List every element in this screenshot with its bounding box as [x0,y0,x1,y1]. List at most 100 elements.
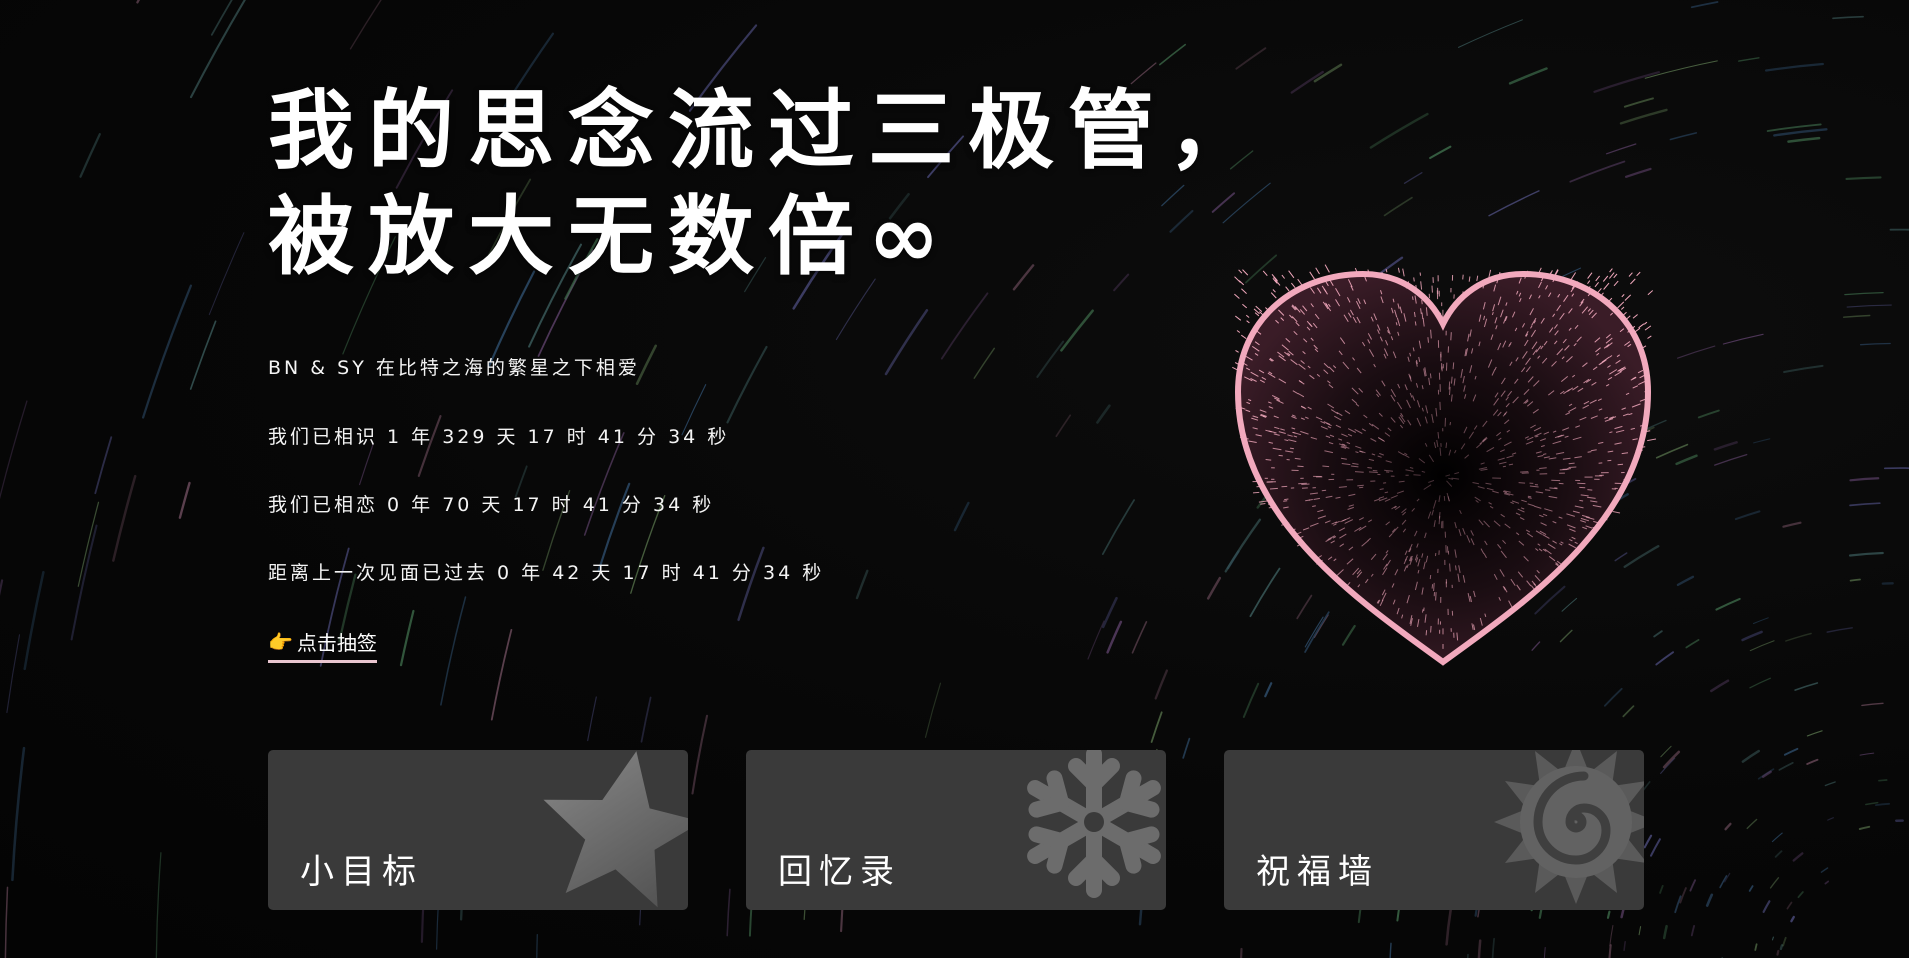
star-trail [1787,136,1821,143]
star-trail [1055,414,1072,438]
star-trail [640,696,652,743]
star-trail [1096,404,1111,424]
star-trail [1820,867,1829,873]
spiral-sun-icon [1494,750,1644,904]
star-trail [1844,291,1884,296]
star-trail [1669,132,1698,141]
star-trail [1786,901,1793,910]
star-trail [1087,620,1105,660]
star-trail [1690,1,1719,9]
star-trail [1861,702,1884,707]
star-trail [1797,891,1804,899]
star-trail [1724,822,1732,831]
star-trail [1849,477,1880,482]
card-blessing-wall[interactable]: 祝福墙 [1224,750,1644,910]
star-trail [1608,944,1612,958]
card-memoir[interactable]: 回忆录 [746,750,1166,910]
star-trail [1715,597,1741,611]
star-trail [1290,70,1324,94]
card-memoir-label: 回忆录 [778,852,901,892]
star-trail [691,714,709,795]
star-trail [399,609,415,667]
love-duration-text: 我们已相恋 0 年 70 天 17 时 41 分 34 秒 [268,494,715,516]
star-trail [1477,939,1482,958]
star-trail [635,344,657,385]
draw-lot-link[interactable]: 👉 点击抽签 [268,627,377,663]
star-trail [1754,943,1758,951]
star-trail [1806,758,1819,765]
pointing-hand-icon: 👉 [268,629,293,654]
star-trail [1644,60,1718,79]
hero-title-line-1: 我的思念流过三极管， [268,81,1268,181]
star-trail [1842,314,1871,318]
star-trail [726,888,731,937]
star-trail [1827,817,1834,821]
star-trail [1182,737,1191,759]
star-trail [1697,409,1720,419]
star-trail [1457,19,1523,48]
star-trail [1849,502,1881,507]
star-trail [0,579,4,597]
star-trail [1101,499,1135,555]
star-trail [141,284,193,419]
star-trail [1832,15,1864,20]
star-trail [1774,850,1783,858]
star-trail [490,629,513,721]
star-trail [1859,342,1891,346]
star-trail [1154,669,1169,700]
star-trail [1622,705,1635,718]
star-trail [1741,749,1760,763]
star-trail [1753,438,1771,444]
star-trail [1662,924,1668,940]
star-trail [440,596,467,706]
star-trail [1158,43,1187,66]
star-trail [359,443,374,486]
star-trail [940,292,989,360]
star-trail [1313,63,1343,83]
star-trail [1593,71,1660,93]
star-trail [1749,640,1775,652]
star-trail [1722,333,1764,345]
star-trail [1240,947,1243,958]
star-trail [1748,885,1754,892]
star-trail [1785,632,1812,642]
star-trail [1878,779,1888,782]
hero-title-line-2: 被放大无数倍∞ [268,187,954,287]
star-trail [1649,838,1661,857]
star-trail [1689,879,1697,892]
known-duration-text: 我们已相识 1 年 329 天 17 时 41 分 34 秒 [268,426,730,448]
star-trail [112,474,137,562]
star-trail [155,852,162,958]
star-trail [1642,781,1651,792]
star-trail [1714,453,1748,466]
star-trail [1624,167,1652,178]
star-trail [208,232,245,316]
star-trail [1619,108,1668,125]
star-trail [1769,877,1780,889]
star-trail [726,345,768,424]
star-trail [1849,578,1861,582]
star-trail [1101,596,1118,629]
card-goals[interactable]: 小目标 [268,750,688,910]
star-trail [1734,510,1761,521]
star-trail [1771,936,1774,941]
star-trail [1783,364,1824,374]
star-trail [1235,47,1267,70]
star-trail [953,501,970,532]
star-trail [1710,679,1730,693]
star-trail [1776,949,1780,956]
star-trail [1824,781,1836,787]
couple-text: BN & SY 在比特之海的繁星之下相爱 [268,357,640,379]
star-trail [1778,761,1794,771]
star-trail [1783,747,1799,756]
star-trail [6,634,21,714]
star-trail [1738,57,1760,62]
star-trail [1662,750,1681,769]
star-trail [0,400,28,500]
star-trail [1792,852,1804,862]
star-trail [1762,900,1771,913]
star-trail [77,501,100,587]
star-trail [1429,145,1452,160]
star-trail [1676,575,1695,587]
star-trail [1713,441,1738,451]
